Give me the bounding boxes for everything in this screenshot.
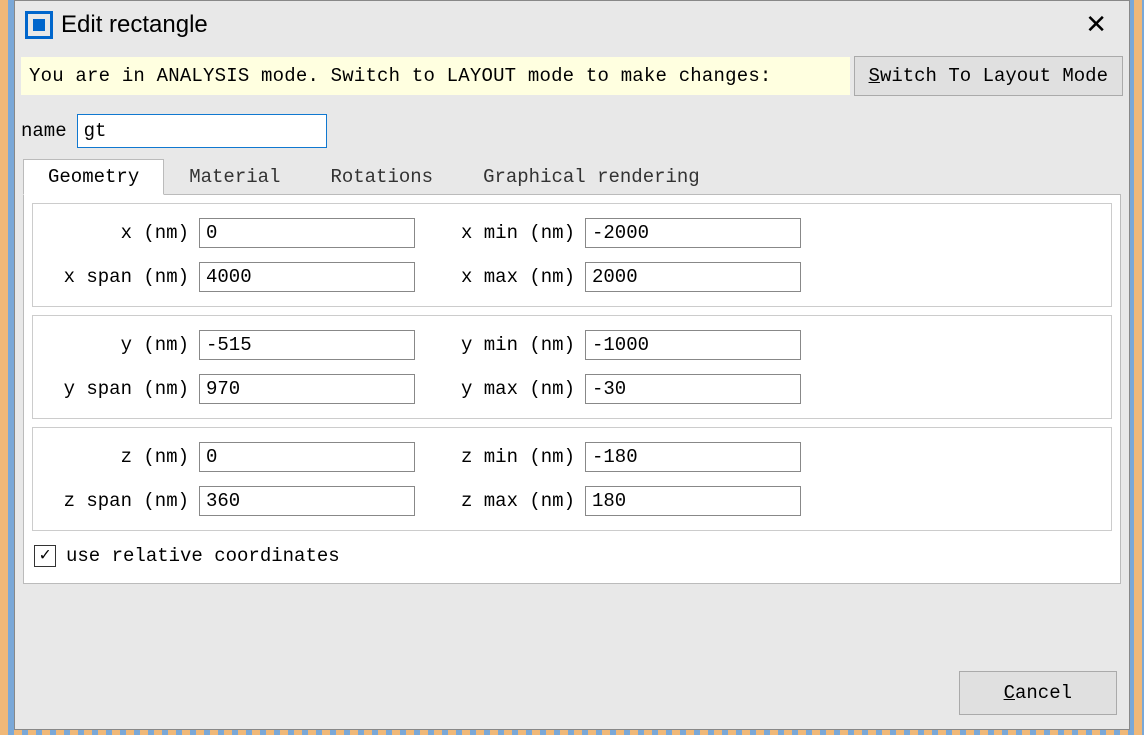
x-min-label: x min (nm) [415, 222, 585, 244]
z-span-label: z span (nm) [47, 490, 199, 512]
titlebar-left: Edit rectangle [25, 11, 208, 39]
z-min-input[interactable] [585, 442, 801, 472]
tab-rotations[interactable]: Rotations [305, 159, 458, 195]
cancel-button[interactable]: Cancel [959, 671, 1117, 715]
name-label: name [21, 120, 67, 142]
x-input[interactable] [199, 218, 415, 248]
x-min-input[interactable] [585, 218, 801, 248]
rectangle-icon [25, 11, 53, 39]
titlebar: Edit rectangle ✕ [15, 1, 1129, 48]
x-group: x (nm) x min (nm) x span (nm) x max (nm) [32, 203, 1112, 307]
y-min-label: y min (nm) [415, 334, 585, 356]
x-max-label: x max (nm) [415, 266, 585, 288]
window-title: Edit rectangle [61, 11, 208, 39]
tab-content-geometry: x (nm) x min (nm) x span (nm) x max (nm)… [23, 194, 1121, 584]
y-span-label: y span (nm) [47, 378, 199, 400]
name-input[interactable] [77, 114, 327, 148]
x-span-label: x span (nm) [47, 266, 199, 288]
tab-material[interactable]: Material [164, 159, 305, 195]
name-row: name [15, 100, 1129, 158]
x-max-input[interactable] [585, 262, 801, 292]
z-span-input[interactable] [199, 486, 415, 516]
z-group: z (nm) z min (nm) z span (nm) z max (nm) [32, 427, 1112, 531]
tabs: Geometry Material Rotations Graphical re… [23, 159, 1121, 195]
y-min-input[interactable] [585, 330, 801, 360]
switch-layout-mode-button[interactable]: Switch To Layout Mode [854, 56, 1123, 96]
tab-geometry[interactable]: Geometry [23, 159, 164, 195]
y-span-input[interactable] [199, 374, 415, 404]
z-label: z (nm) [47, 446, 199, 468]
y-label: y (nm) [47, 334, 199, 356]
edit-rectangle-dialog: Edit rectangle ✕ You are in ANALYSIS mod… [14, 0, 1130, 730]
tab-graphical-rendering[interactable]: Graphical rendering [458, 159, 725, 195]
relative-coords-checkbox[interactable]: ✓ [34, 545, 56, 567]
z-input[interactable] [199, 442, 415, 472]
mode-message: You are in ANALYSIS mode. Switch to LAYO… [21, 57, 850, 95]
y-group: y (nm) y min (nm) y span (nm) y max (nm) [32, 315, 1112, 419]
y-max-label: y max (nm) [415, 378, 585, 400]
tabs-container: Geometry Material Rotations Graphical re… [15, 158, 1129, 584]
relative-coords-label: use relative coordinates [66, 545, 340, 567]
z-max-input[interactable] [585, 486, 801, 516]
checkmark-icon: ✓ [40, 547, 51, 565]
y-input[interactable] [199, 330, 415, 360]
x-span-input[interactable] [199, 262, 415, 292]
dialog-footer: Cancel [15, 661, 1129, 729]
z-min-label: z min (nm) [415, 446, 585, 468]
close-button[interactable]: ✕ [1079, 9, 1113, 40]
z-max-label: z max (nm) [415, 490, 585, 512]
x-label: x (nm) [47, 222, 199, 244]
relative-coords-row: ✓ use relative coordinates [32, 539, 1112, 569]
mode-bar: You are in ANALYSIS mode. Switch to LAYO… [21, 56, 1123, 96]
y-max-input[interactable] [585, 374, 801, 404]
